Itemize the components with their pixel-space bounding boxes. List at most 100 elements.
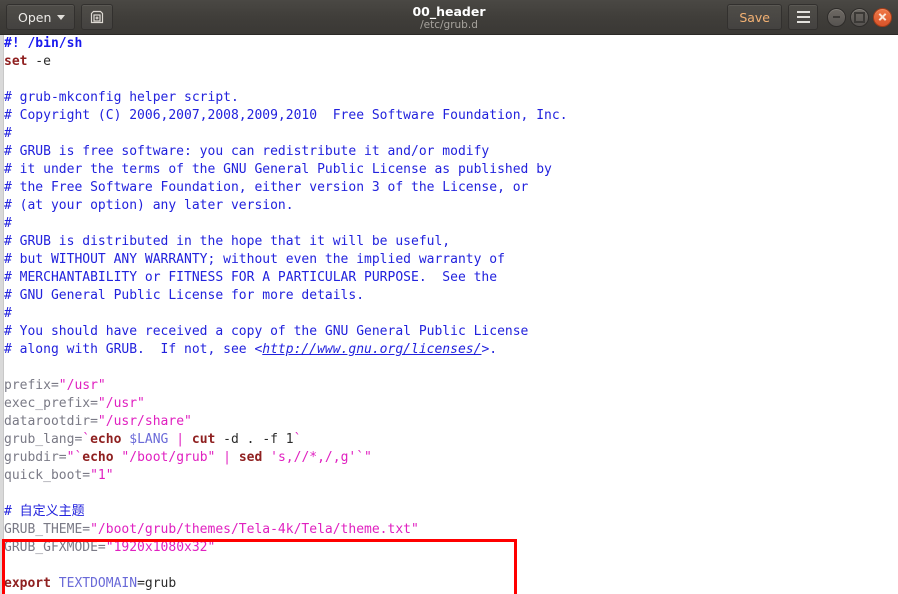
code-token: GRUB_GFXMODE=	[4, 540, 106, 555]
code-token: set	[4, 54, 28, 69]
code-line: datarootdir="/usr/share"	[4, 413, 568, 431]
code-token: =grub	[137, 576, 177, 591]
code-line: # GNU General Public License for more de…	[4, 287, 568, 305]
code-line: GRUB_THEME="/boot/grub/themes/Tela-4k/Te…	[4, 521, 568, 539]
open-button[interactable]: Open	[6, 4, 76, 30]
code-line: export TEXTDOMAIN=grub	[4, 575, 568, 593]
code-token: `	[293, 432, 302, 447]
code-token: "/usr/share"	[97, 414, 192, 429]
code-token: >.	[481, 342, 498, 357]
code-token: #	[4, 216, 12, 231]
code-token: $LANG	[129, 432, 169, 447]
code-token: "1"	[90, 468, 114, 483]
code-token: -e	[27, 54, 51, 69]
code-line: # GRUB is free software: you can redistr…	[4, 143, 568, 161]
code-line: # along with GRUB. If not, see <http://w…	[4, 341, 568, 359]
code-token: 's,//*,/,g'	[270, 450, 357, 465]
hamburger-menu-icon	[796, 11, 810, 23]
window-subtitle-path: /etc/grub.d	[420, 18, 478, 31]
code-line: #	[4, 215, 568, 233]
code-token: # it under the terms of the GNU General …	[4, 162, 552, 177]
code-token: "`	[66, 450, 83, 465]
code-token: # grub-mkconfig helper script.	[4, 90, 239, 105]
source-code-content[interactable]: #! /bin/sh set -e # grub-mkconfig helper …	[4, 35, 568, 593]
code-token: "/usr"	[58, 378, 106, 393]
chevron-down-icon	[57, 14, 66, 20]
code-line: # GRUB is distributed in the hope that i…	[4, 233, 568, 251]
code-token: TEXTDOMAIN	[58, 576, 138, 591]
code-token: # You should have received a copy of the…	[4, 324, 529, 339]
window-titlebar: Open 00_header /etc/grub.d Save	[0, 0, 898, 35]
code-token: "/boot/grub/themes/Tela-4k/Tela/theme.tx…	[90, 522, 419, 537]
code-line: GRUB_GFXMODE="1920x1080x32"	[4, 539, 568, 557]
text-editor-area[interactable]: #! /bin/sh set -e # grub-mkconfig helper …	[0, 35, 898, 594]
main-menu-button[interactable]	[788, 4, 818, 30]
code-token: `"	[356, 450, 372, 465]
code-line: grubdir="`echo "/boot/grub" | sed 's,//*…	[4, 449, 568, 467]
code-token: prefix=	[4, 378, 59, 393]
code-token: grubdir=	[4, 450, 67, 465]
code-token: quick_boot=	[4, 468, 91, 483]
code-token: #	[4, 306, 12, 321]
code-token: # but WITHOUT ANY WARRANTY; without even…	[4, 252, 505, 267]
code-token: sed	[238, 450, 263, 465]
code-line: #	[4, 305, 568, 323]
code-line: # MERCHANTABILITY or FITNESS FOR A PARTI…	[4, 269, 568, 287]
code-token: # Copyright (C) 2006,2007,2008,2009,2010…	[4, 108, 568, 123]
code-token: # GRUB is free software: you can redistr…	[4, 144, 490, 159]
code-token: exec_prefix=	[4, 396, 98, 411]
code-line: #! /bin/sh	[4, 35, 568, 53]
code-line: set -e	[4, 53, 568, 71]
code-token: "1920x1080x32"	[105, 540, 216, 555]
code-token: # GNU General Public License for more de…	[4, 288, 365, 303]
code-token: export	[4, 576, 51, 591]
code-line: # it under the terms of the GNU General …	[4, 161, 568, 179]
window-controls	[827, 7, 892, 27]
code-line: # You should have received a copy of the…	[4, 323, 568, 341]
code-line: # grub-mkconfig helper script.	[4, 89, 568, 107]
open-button-label: Open	[18, 9, 52, 25]
code-token: # MERCHANTABILITY or FITNESS FOR A PARTI…	[4, 270, 498, 285]
maximize-button[interactable]	[850, 7, 869, 27]
code-token: |	[223, 450, 231, 465]
save-as-icon	[91, 10, 104, 24]
code-line: # 自定义主题	[4, 503, 568, 521]
code-line: exec_prefix="/usr"	[4, 395, 568, 413]
code-token: `	[82, 432, 91, 447]
code-line: prefix="/usr"	[4, 377, 568, 395]
code-token: # along with GRUB. If not, see <	[4, 342, 263, 357]
code-token: cut	[191, 432, 216, 447]
save-as-button[interactable]	[81, 4, 114, 30]
code-token: -d . -f 1	[215, 432, 294, 447]
code-token: grub_lang=	[4, 432, 83, 447]
code-token: "/usr"	[97, 396, 145, 411]
minimize-button[interactable]	[827, 7, 846, 27]
code-token: # the Free Software Foundation, either v…	[4, 180, 529, 195]
code-line: # the Free Software Foundation, either v…	[4, 179, 568, 197]
code-token: #	[4, 126, 12, 141]
code-line: # but WITHOUT ANY WARRANTY; without even…	[4, 251, 568, 269]
save-button[interactable]: Save	[727, 4, 782, 30]
code-token: GRUB_THEME=	[4, 522, 91, 537]
code-line: # (at your option) any later version.	[4, 197, 568, 215]
save-button-label: Save	[739, 9, 770, 25]
code-line: #	[4, 125, 568, 143]
code-token: datarootdir=	[4, 414, 98, 429]
code-line: # Copyright (C) 2006,2007,2008,2009,2010…	[4, 107, 568, 125]
code-token: |	[176, 432, 185, 447]
code-token: http://www.gnu.org/licenses/	[262, 342, 482, 357]
close-button[interactable]	[873, 7, 892, 27]
window-title: 00_header	[412, 3, 486, 19]
code-token: "/boot/grub"	[121, 450, 216, 465]
code-line: grub_lang=`echo $LANG | cut -d . -f 1`	[4, 431, 568, 449]
code-token: # GRUB is distributed in the hope that i…	[4, 234, 451, 249]
code-token: #! /bin/sh	[4, 36, 83, 51]
